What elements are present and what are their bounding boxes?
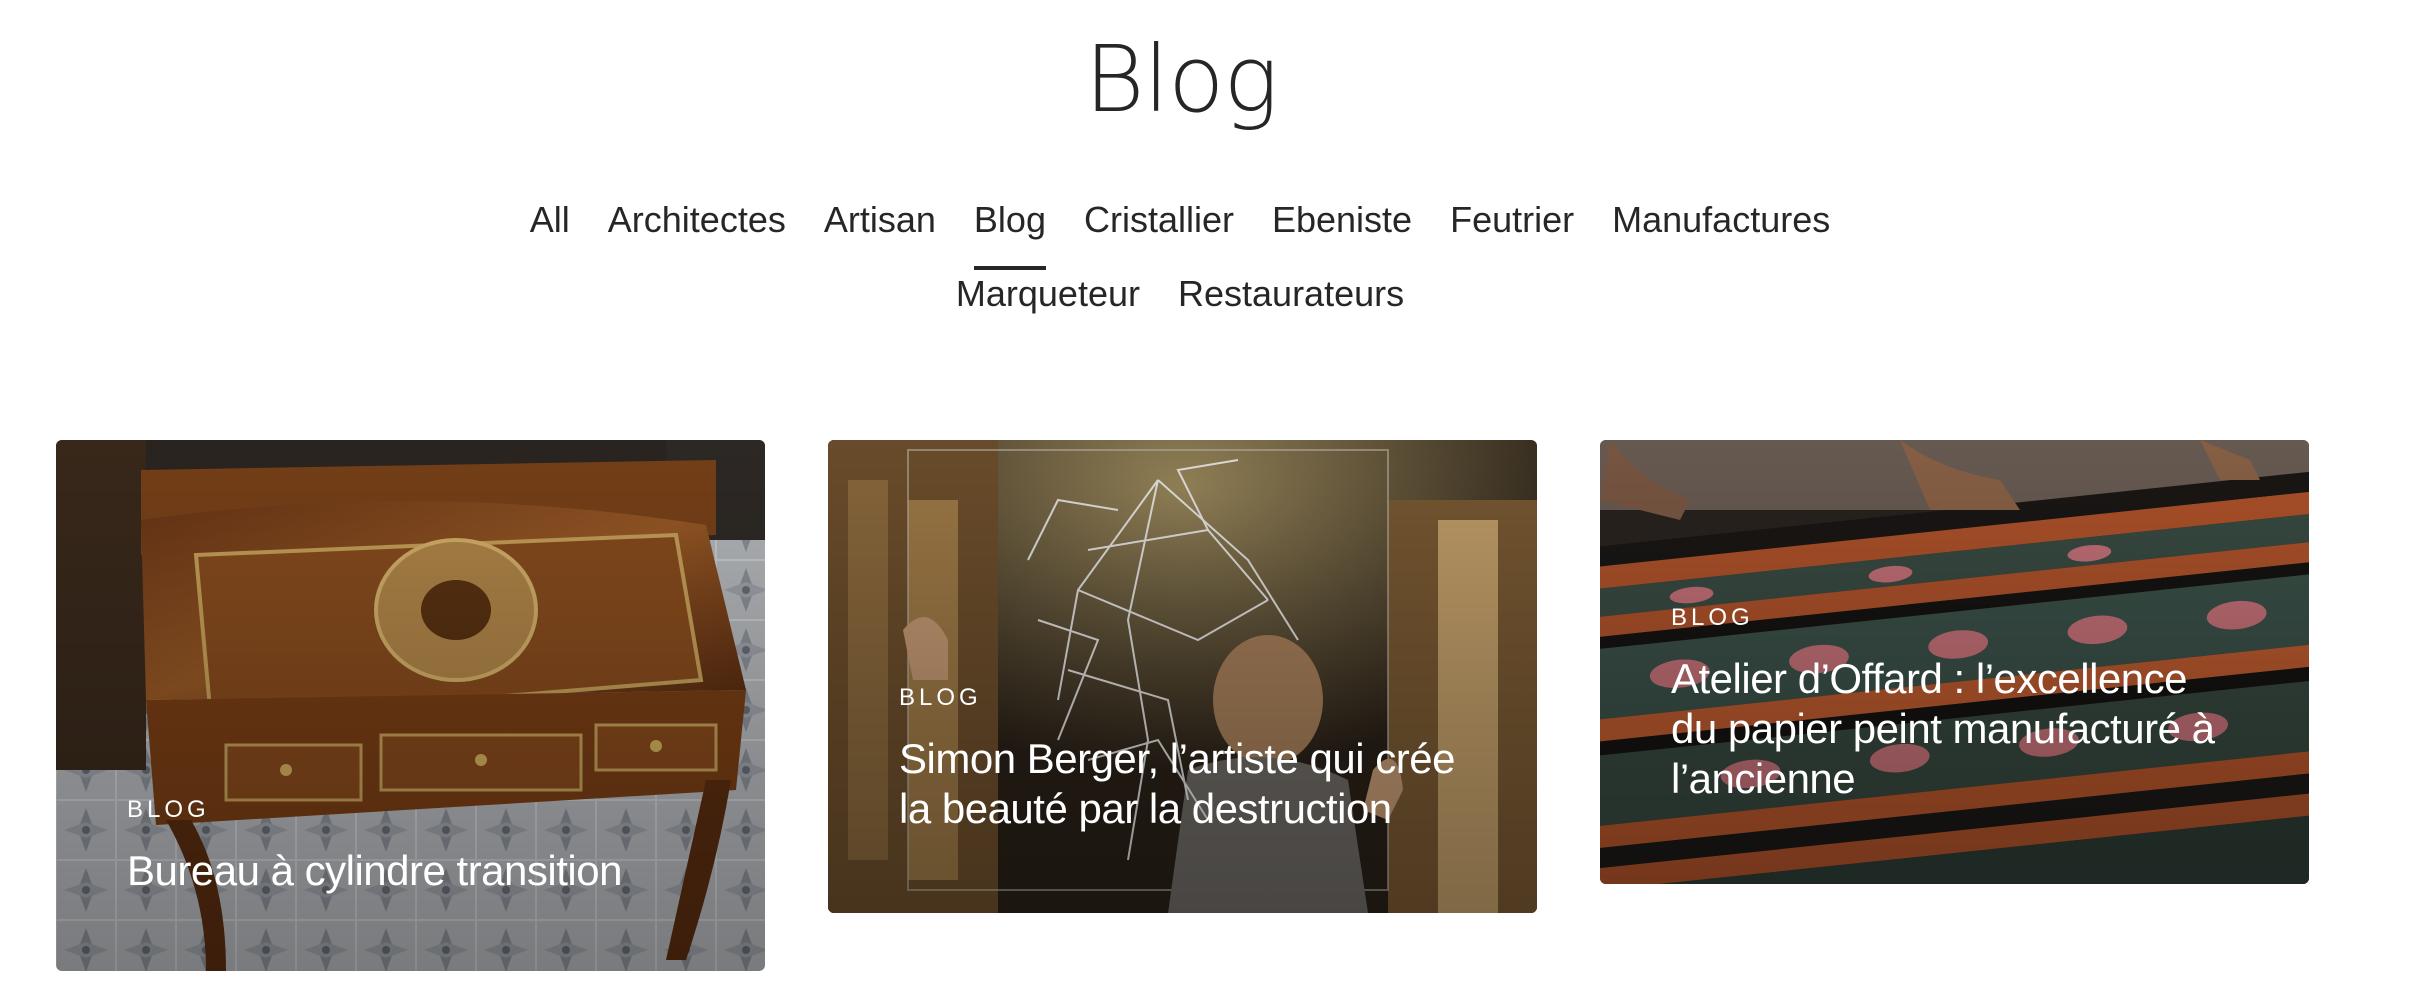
filter-row-1: All Architectes Artisan Blog Cristallier… [480,190,1880,270]
post-title[interactable]: Atelier d’Offard : l’excellence du papie… [1671,654,2238,804]
filter-row-2: Marqueteur Restaurateurs [480,264,1880,338]
post-card-bureau[interactable]: BLOG Bureau à cylindre transition [56,440,765,971]
filter-manufactures[interactable]: Manufactures [1593,190,1849,264]
post-category: BLOG [899,684,982,711]
page: Blog All Architectes Artisan Blog Crista… [0,0,2410,1006]
filter-marqueteur[interactable]: Marqueteur [937,264,1159,338]
card-text: BLOG Bureau à cylindre transition [127,796,694,896]
filter-artisan[interactable]: Artisan [805,190,955,264]
page-title: Blog [1084,26,1278,133]
card-text: BLOG Atelier d’Offard : l’excellence du … [1671,604,2238,804]
filter-ebeniste[interactable]: Ebeniste [1253,190,1431,264]
category-filter-nav: All Architectes Artisan Blog Cristallier… [480,190,1880,338]
post-card-atelier-offard[interactable]: BLOG Atelier d’Offard : l’excellence du … [1600,440,2309,884]
post-title[interactable]: Bureau à cylindre transition [127,846,694,896]
filter-blog[interactable]: Blog [955,190,1065,270]
filter-feutrier[interactable]: Feutrier [1431,190,1593,264]
filter-restaurateurs[interactable]: Restaurateurs [1159,264,1423,338]
card-overlay [828,440,1537,913]
blog-post-grid: BLOG Bureau à cylindre transition BLOG S… [56,440,2309,980]
filter-cristallier[interactable]: Cristallier [1065,190,1253,264]
card-text: BLOG Simon Berger, l’artiste qui crée la… [899,684,1466,834]
post-title[interactable]: Simon Berger, l’artiste qui crée la beau… [899,734,1466,834]
filter-architectes[interactable]: Architectes [589,190,805,264]
filter-all[interactable]: All [511,190,589,264]
post-card-simon-berger[interactable]: BLOG Simon Berger, l’artiste qui crée la… [828,440,1537,913]
post-category: BLOG [1671,604,1754,631]
post-category: BLOG [127,796,210,823]
